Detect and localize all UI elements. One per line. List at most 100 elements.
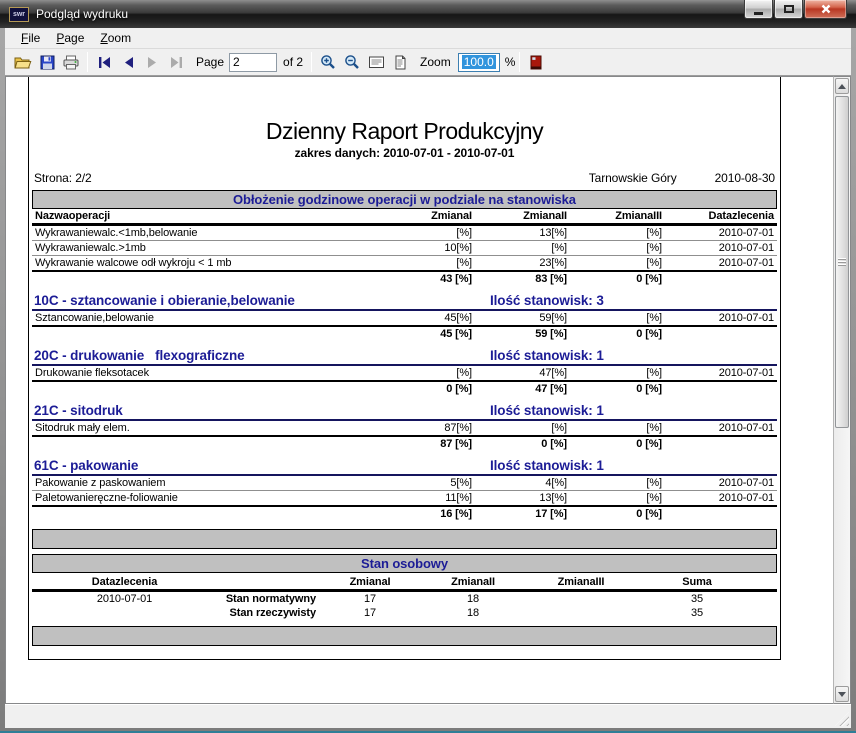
preview-viewport[interactable]: Dzienny Raport Produkcyjny zakres danych… (5, 76, 833, 704)
scrollbar-thumb[interactable] (835, 96, 849, 428)
empty-band (32, 626, 777, 646)
next-page-icon (145, 56, 160, 69)
toolbar: Page 2 of 2 (5, 49, 851, 76)
col-nazwa-operacji: Nazwaoperacji (32, 209, 413, 225)
report-subtitle: zakres danych: 2010-07-01 - 2010-07-01 (32, 146, 777, 160)
report-info-row: Strona: 2/2 Tarnowskie Góry 2010-08-30 (32, 171, 777, 185)
table-row: Wykrawaniewalc.<1mb,belowanie [%] 13[%] … (32, 225, 777, 241)
scroll-up-button[interactable] (835, 78, 849, 94)
toolbar-separator (87, 52, 88, 72)
last-page-button[interactable] (164, 51, 188, 73)
personnel-header-row: Datazlecenia ZmianaI ZmianaII ZmianaIII … (32, 575, 777, 591)
exit-button[interactable] (524, 51, 548, 73)
occupancy-header-row: Nazwaoperacji ZmianaI ZmianaII ZmianaIII… (32, 209, 777, 225)
col-zmiana-1: ZmianaI (319, 575, 421, 591)
section-header-20c: 20C - drukowanie flexograficzne Ilość st… (32, 347, 777, 366)
table-row: Wykrawanie walcowe odł wykroju < 1 mb [%… (32, 256, 777, 272)
page-input[interactable]: 2 (229, 53, 277, 72)
save-floppy-icon (40, 55, 55, 70)
totals-row: 43 [%] 83 [%] 0 [%] (32, 271, 777, 286)
occupancy-band-title: Obłożenie godzinowe operacji w podziale … (32, 190, 777, 209)
section-title: 10C - sztancowanie i obieranie,belowanie (34, 293, 295, 308)
zoom-in-icon (320, 54, 336, 70)
table-row: 2010-07-01 Stan normatywny 17 18 35 (32, 591, 777, 607)
table-row: Pakowanie z paskowaniem 5[%] 4[%] [%] 20… (32, 476, 777, 491)
titlebar[interactable]: swr Podgląd wydruku (0, 0, 856, 28)
report-print-date: 2010-08-30 (715, 171, 775, 185)
zoom-input[interactable]: 100.0 (458, 53, 500, 72)
close-icon (820, 3, 832, 15)
personnel-table: Datazlecenia ZmianaI ZmianaII ZmianaIII … (32, 575, 777, 620)
whole-page-icon (393, 55, 407, 70)
app-icon-text: swr (13, 11, 25, 18)
occupancy-table: Sitodruk mały elem. 87[%] [%] [%] 2010-0… (32, 421, 777, 451)
save-button[interactable] (35, 51, 59, 73)
table-row: Drukowanie fleksotacek [%] 47[%] [%] 201… (32, 366, 777, 381)
resize-grip[interactable] (835, 712, 849, 726)
col-zmiana-2: ZmianaII (421, 575, 525, 591)
first-page-icon (97, 56, 112, 69)
percent-label: % (505, 55, 516, 69)
printer-icon (62, 55, 80, 70)
section-stations: Ilość stanowisk: 1 (490, 458, 604, 473)
menu-file[interactable]: File (13, 29, 48, 47)
menu-page[interactable]: Page (48, 29, 92, 47)
window-title: Podgląd wydruku (36, 7, 128, 21)
next-page-button[interactable] (140, 51, 164, 73)
col-zmiana-3: ZmianaIII (570, 209, 665, 225)
minimize-button[interactable] (744, 0, 773, 19)
section-title: 61C - pakowanie (34, 458, 138, 473)
section-header-21c: 21C - sitodruk Ilość stanowisk: 1 (32, 402, 777, 421)
section-header-10c: 10C - sztancowanie i obieranie,belowanie… (32, 292, 777, 311)
section-stations: Ilość stanowisk: 1 (490, 348, 604, 363)
totals-row: 87 [%] 0 [%] 0 [%] (32, 436, 777, 451)
close-button[interactable] (804, 0, 847, 19)
vertical-scrollbar[interactable] (833, 76, 851, 704)
toolbar-separator (311, 52, 312, 72)
col-suma: Suma (637, 575, 757, 591)
col-zmiana-3: ZmianaIII (525, 575, 637, 591)
occupancy-table: Nazwaoperacji ZmianaI ZmianaII ZmianaIII… (32, 209, 777, 286)
open-folder-icon (14, 55, 32, 70)
print-preview-window: swr Podgląd wydruku File Page Zoom (0, 0, 856, 733)
fit-width-button[interactable] (364, 51, 388, 73)
col-data-zlecenia: Datazlecenia (665, 209, 777, 225)
zoom-in-button[interactable] (316, 51, 340, 73)
personnel-band-title: Stan osobowy (32, 554, 777, 573)
section-header-61c: 61C - pakowanie Ilość stanowisk: 1 (32, 457, 777, 476)
open-button[interactable] (11, 51, 35, 73)
totals-row: 0 [%] 47 [%] 0 [%] (32, 381, 777, 396)
col-zmiana-1: ZmianaI (413, 209, 475, 225)
thumb-grip (838, 265, 846, 266)
totals-row: 16 [%] 17 [%] 0 [%] (32, 506, 777, 521)
occupancy-band-text: Obłożenie godzinowe operacji w podziale … (233, 192, 576, 207)
preview-area: Dzienny Raport Produkcyjny zakres danych… (5, 76, 851, 704)
zoom-out-button[interactable] (340, 51, 364, 73)
caption-buttons (743, 0, 847, 19)
whole-page-button[interactable] (388, 51, 412, 73)
table-row: Paletowanieręczne-foliowanie 11[%] 13[%]… (32, 491, 777, 507)
menubar: File Page Zoom (5, 28, 851, 49)
exit-door-icon (530, 55, 542, 70)
personnel-band-text: Stan osobowy (361, 556, 448, 571)
page-of-label: of 2 (283, 55, 303, 69)
report-title: Dzienny Raport Produkcyjny (32, 118, 777, 145)
statusbar (5, 704, 851, 728)
scroll-down-button[interactable] (835, 686, 849, 702)
prev-page-icon (121, 56, 136, 69)
toolbar-separator (519, 52, 520, 72)
section-stations: Ilość stanowisk: 3 (490, 293, 604, 308)
page-label: Page (196, 55, 224, 69)
zoom-out-icon (344, 54, 360, 70)
maximize-button[interactable] (774, 0, 803, 19)
first-page-button[interactable] (92, 51, 116, 73)
table-row: Sitodruk mały elem. 87[%] [%] [%] 2010-0… (32, 421, 777, 436)
table-row: Stan rzeczywisty 17 18 35 (32, 606, 777, 620)
section-stations: Ilość stanowisk: 1 (490, 403, 604, 418)
zoom-label: Zoom (420, 55, 451, 69)
thumb-grip (838, 259, 846, 260)
menu-zoom[interactable]: Zoom (92, 29, 139, 47)
print-button[interactable] (59, 51, 83, 73)
prev-page-button[interactable] (116, 51, 140, 73)
app-icon: swr (9, 7, 29, 22)
